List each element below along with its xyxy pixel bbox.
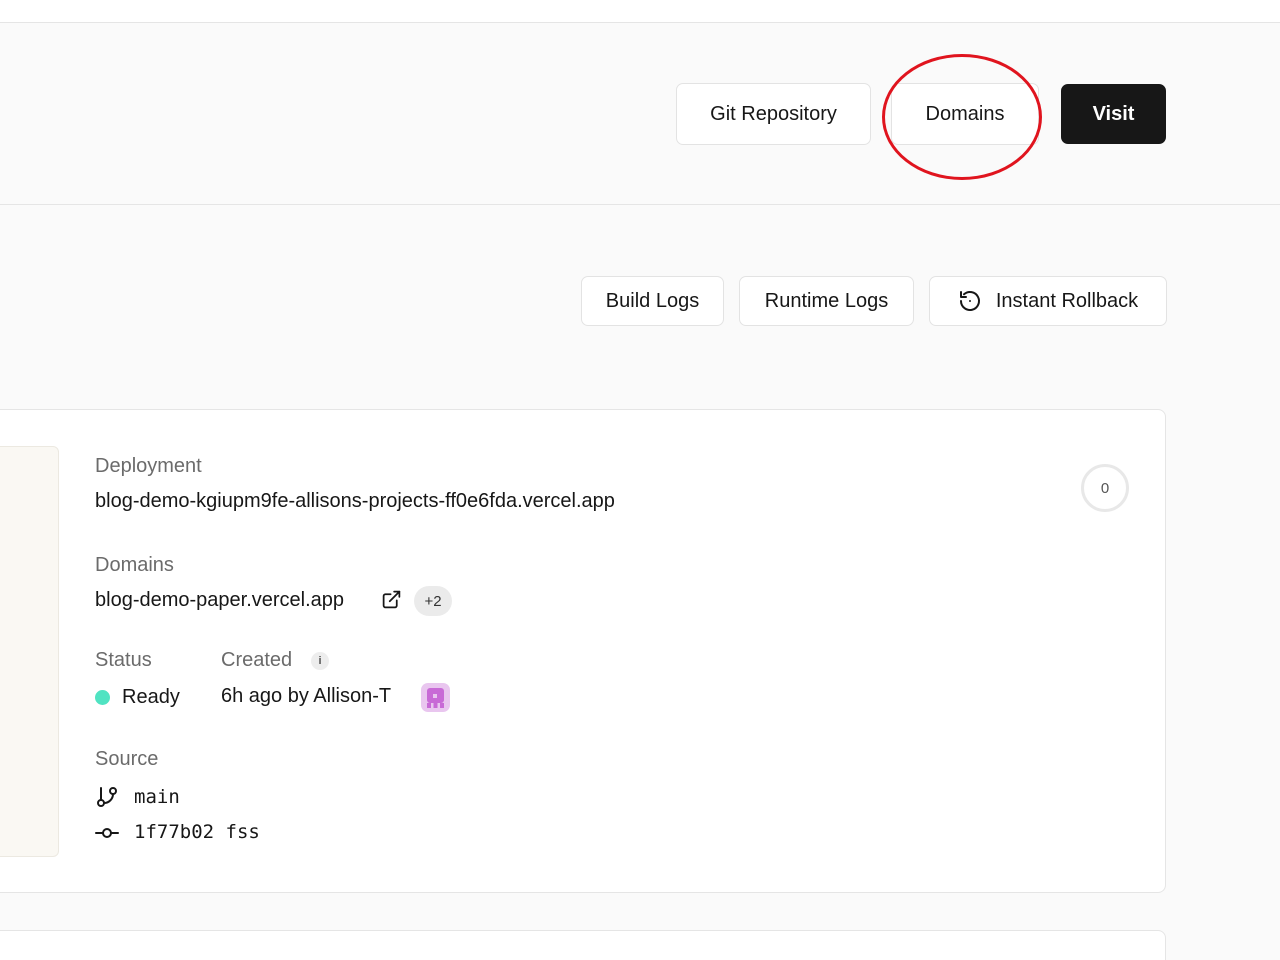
rollback-icon: [958, 289, 982, 313]
build-logs-button[interactable]: Build Logs: [581, 276, 724, 326]
domains-count-badge[interactable]: +2: [414, 586, 452, 616]
info-icon[interactable]: i: [311, 652, 329, 670]
git-repository-button[interactable]: Git Repository: [676, 83, 871, 145]
commit-info[interactable]: 1f77b02 fss: [134, 821, 260, 843]
counter-badge[interactable]: 0: [1081, 464, 1129, 512]
avatar[interactable]: [421, 683, 450, 712]
source-label: Source: [95, 748, 159, 770]
git-commit-icon: [95, 821, 119, 845]
status-value: Ready: [122, 686, 180, 708]
domains-label: Domains: [95, 554, 174, 576]
git-branch-icon: [95, 785, 119, 809]
top-strip: [0, 0, 1280, 23]
external-link-icon[interactable]: [381, 589, 402, 610]
created-value: 6h ago by Allison-T: [221, 685, 392, 707]
runtime-logs-button[interactable]: Runtime Logs: [739, 276, 914, 326]
instant-rollback-button[interactable]: Instant Rollback: [929, 276, 1167, 326]
domains-button[interactable]: Domains: [891, 83, 1039, 145]
instant-rollback-label: Instant Rollback: [995, 289, 1139, 312]
deployment-label: Deployment: [95, 455, 202, 477]
visit-button[interactable]: Visit: [1061, 84, 1166, 144]
status-label: Status: [95, 649, 152, 671]
domain-link[interactable]: blog-demo-paper.vercel.app: [95, 589, 344, 612]
deployment-url[interactable]: blog-demo-kgiupm9fe-allisons-projects-ff…: [95, 490, 615, 513]
next-card: [0, 930, 1166, 960]
deployment-preview[interactable]: [0, 446, 59, 857]
created-label: Created: [221, 649, 293, 671]
status-indicator: [95, 690, 110, 705]
branch-name[interactable]: main: [134, 786, 180, 808]
